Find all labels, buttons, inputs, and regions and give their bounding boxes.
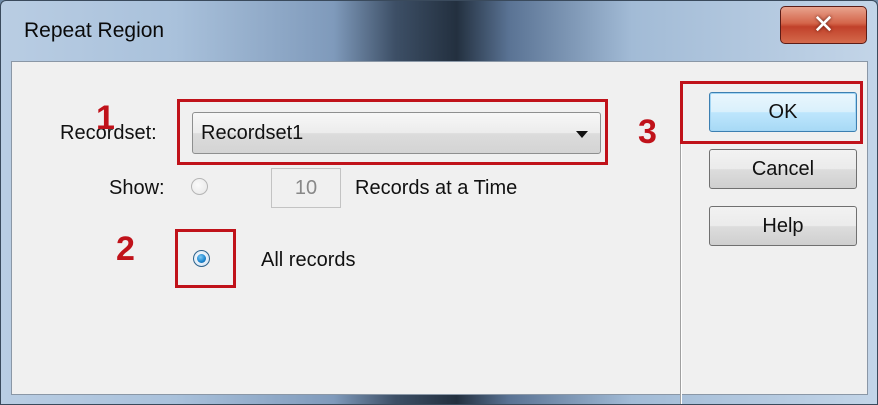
show-label: Show: (109, 177, 165, 199)
callout-box-1 (177, 99, 608, 165)
callout-number-1: 1 (96, 99, 115, 137)
all-records-label: All records (261, 249, 356, 271)
callout-number-3: 3 (638, 113, 657, 151)
records-count-input[interactable]: 10 (271, 168, 341, 208)
close-icon: ✕ (812, 10, 835, 40)
dialog-body: Recordset: Recordset1 Show: 10 Records a… (11, 61, 868, 404)
callout-box-2 (175, 229, 236, 288)
help-button[interactable]: Help (709, 206, 857, 246)
callout-box-3 (680, 81, 863, 144)
cancel-button[interactable]: Cancel (709, 149, 857, 189)
close-button[interactable]: ✕ (780, 6, 867, 44)
callout-number-2: 2 (116, 230, 135, 268)
records-at-a-time-radio[interactable] (191, 178, 208, 195)
dialog-window: Repeat Region ✕ Recordset: Recordset1 Sh… (0, 0, 878, 405)
title-bar[interactable]: Repeat Region ✕ (1, 1, 877, 61)
records-at-a-time-label: Records at a Time (355, 177, 518, 199)
dialog-title: Repeat Region (24, 19, 165, 42)
